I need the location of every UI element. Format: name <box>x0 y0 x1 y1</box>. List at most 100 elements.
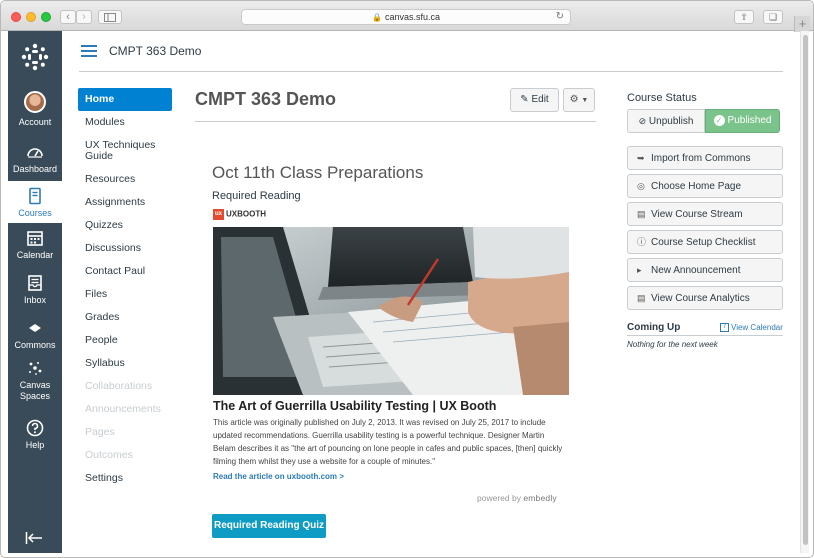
global-nav-help[interactable]: Help <box>8 419 62 450</box>
powered-by-embedly[interactable]: powered by embedly <box>477 493 557 503</box>
global-nav-label: Dashboard <box>12 164 58 174</box>
course-nav-home[interactable]: Home <box>78 88 172 111</box>
side-button-label: Choose Home Page <box>651 181 742 192</box>
import-from-commons-button[interactable]: ➥ Import from Commons <box>627 146 783 170</box>
global-nav-dashboard[interactable]: Dashboard <box>8 143 62 174</box>
course-nav-quizzes[interactable]: Quizzes <box>78 214 172 237</box>
course-nav-modules[interactable]: Modules <box>78 111 172 134</box>
lock-icon: 🔒 <box>372 13 382 22</box>
header-divider <box>79 71 783 72</box>
course-nav-pages[interactable]: Pages <box>78 421 172 444</box>
choose-home-page-button[interactable]: ◎ Choose Home Page <box>627 174 783 198</box>
global-nav-label: Canvas Spaces <box>19 380 51 401</box>
global-nav-calendar[interactable]: Calendar <box>8 229 62 260</box>
article-title-link[interactable]: The Art of Guerrilla Usability Testing |… <box>213 399 496 413</box>
global-nav-inbox[interactable]: Inbox <box>8 274 62 305</box>
unpublish-button[interactable]: ⊘ Unpublish <box>627 109 705 133</box>
title-divider <box>195 121 596 122</box>
new-tab-icon: + <box>798 16 807 31</box>
reload-icon[interactable]: ↻ <box>556 10 564 24</box>
url-text: canvas.sfu.ca <box>384 12 440 22</box>
course-nav-announcements[interactable]: Announcements <box>78 398 172 421</box>
required-reading-heading: Required Reading <box>212 190 301 202</box>
edit-button[interactable]: ✎ Edit <box>510 88 559 112</box>
forward-icon: › <box>82 11 86 23</box>
dashboard-icon <box>27 148 43 158</box>
course-nav-resources[interactable]: Resources <box>78 168 172 191</box>
unpublish-icon: ⊘ <box>638 116 647 126</box>
gear-icon: ⚙ <box>569 94 579 105</box>
forward-button[interactable]: › <box>76 10 92 24</box>
powered-by-label: powered by <box>477 493 521 503</box>
collapse-nav-button[interactable] <box>25 531 45 545</box>
course-nav-contact-paul[interactable]: Contact Paul <box>78 260 172 283</box>
share-icon: ⇧ <box>740 12 748 22</box>
course-nav-ux-techniques-guide[interactable]: UX Techniques Guide <box>78 134 172 168</box>
scrollbar-thumb[interactable] <box>803 35 808 545</box>
show-tabs-button[interactable]: ❏ <box>763 10 783 24</box>
view-calendar-link[interactable]: 7 View Calendar <box>720 323 783 333</box>
coming-up-heading: Coming Up <box>627 322 681 333</box>
course-nav-syllabus[interactable]: Syllabus <box>78 352 172 375</box>
breadcrumb[interactable]: CMPT 363 Demo <box>109 44 201 58</box>
course-nav-collaborations[interactable]: Collaborations <box>78 375 172 398</box>
global-nav-commons[interactable]: Commons <box>8 319 62 350</box>
coming-up-divider <box>627 335 783 336</box>
address-bar[interactable]: 🔒 canvas.sfu.ca ↻ <box>241 9 571 25</box>
course-status-heading: Course Status <box>627 92 697 104</box>
published-button[interactable]: ✓ Published <box>705 109 780 133</box>
course-nav-settings[interactable]: Settings <box>78 467 172 490</box>
empty-upcoming-text: Nothing for the next week <box>627 340 718 349</box>
view-calendar-label: View Calendar <box>731 323 783 332</box>
canvas-logo-icon[interactable] <box>21 43 49 71</box>
course-menu-toggle[interactable] <box>81 45 97 57</box>
settings-menu-button[interactable]: ⚙ ▼ <box>563 88 595 112</box>
avatar <box>24 91 46 113</box>
global-nav-canvas-spaces[interactable]: Canvas Spaces <box>8 359 62 402</box>
new-announcement-button[interactable]: ▸ New Announcement <box>627 258 783 282</box>
target-icon: ◎ <box>637 181 645 191</box>
global-nav-label: Help <box>25 440 45 450</box>
zoom-window-button[interactable] <box>41 12 51 22</box>
course-nav-grades[interactable]: Grades <box>78 306 172 329</box>
browser-toolbar: ‹ › 🔒 canvas.sfu.ca ↻ ⇧ ❏ + <box>1 1 813 32</box>
global-nav-label: Commons <box>14 340 56 350</box>
back-button[interactable]: ‹ <box>60 10 76 24</box>
view-course-stream-button[interactable]: ▤ View Course Stream <box>627 202 783 226</box>
minimize-window-button[interactable] <box>26 12 36 22</box>
side-button-label: View Course Analytics <box>651 293 750 304</box>
article-description: This article was originally published on… <box>213 418 563 466</box>
sidebar-icon <box>104 13 116 22</box>
import-icon: ➥ <box>637 153 645 163</box>
unpublish-label: Unpublish <box>648 116 694 127</box>
edit-label: Edit <box>531 94 549 105</box>
article-image[interactable] <box>213 227 569 395</box>
course-nav-people[interactable]: People <box>78 329 172 352</box>
sidebar-toggle-button[interactable] <box>98 10 122 24</box>
read-article-link[interactable]: Read the article on uxbooth.com > <box>213 472 344 481</box>
side-button-label: Course Setup Checklist <box>651 237 756 248</box>
global-nav-courses[interactable]: Courses <box>8 181 62 223</box>
global-nav-account[interactable]: Account <box>8 91 62 127</box>
course-nav-assignments[interactable]: Assignments <box>78 191 172 214</box>
new-tab-button[interactable]: + <box>794 16 810 32</box>
global-nav-label: Inbox <box>23 295 47 305</box>
required-reading-quiz-button[interactable]: Required Reading Quiz <box>212 514 326 538</box>
question-icon: ⓘ <box>637 237 647 247</box>
course-nav-discussions[interactable]: Discussions <box>78 237 172 260</box>
page-scrollbar[interactable] <box>800 31 809 553</box>
chevron-down-icon: ▼ <box>581 97 589 104</box>
hamburger-icon-line <box>81 50 97 52</box>
course-setup-checklist-button[interactable]: ⓘ Course Setup Checklist <box>627 230 783 254</box>
pencil-icon: ✎ <box>520 94 529 105</box>
megaphone-icon: ▸ <box>637 265 642 275</box>
published-label: Published <box>727 115 772 126</box>
page-title: CMPT 363 Demo <box>195 89 337 109</box>
close-window-button[interactable] <box>11 12 21 22</box>
view-course-analytics-button[interactable]: ▤ View Course Analytics <box>627 286 783 310</box>
side-button-label: Import from Commons <box>651 153 751 164</box>
share-button[interactable]: ⇧ <box>734 10 754 24</box>
calendar-icon <box>27 231 43 246</box>
course-nav-files[interactable]: Files <box>78 283 172 306</box>
course-nav-outcomes[interactable]: Outcomes <box>78 444 172 467</box>
